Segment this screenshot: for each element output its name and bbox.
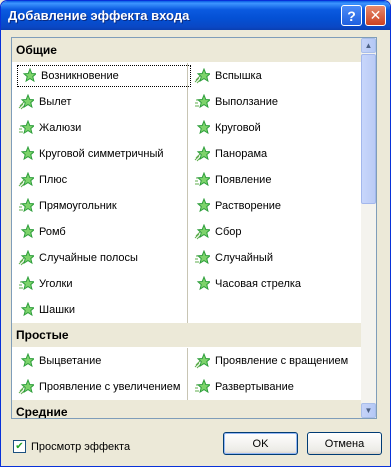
effect-item[interactable]: Круговой симметричный xyxy=(18,144,164,164)
effect-item-label: Развертывание xyxy=(215,381,294,393)
effect-item-label: Шашки xyxy=(39,304,75,316)
effects-list: Общие Возникновение Вылет Жалюзи Круговой си… xyxy=(11,37,377,419)
effect-star-icon xyxy=(194,146,210,162)
effect-item-label: Выползание xyxy=(215,96,278,108)
effect-item-label: Случайные полосы xyxy=(39,252,138,264)
group-header: Общие xyxy=(12,38,361,62)
effect-star-icon xyxy=(18,250,34,266)
preview-effect-option[interactable]: ✔ Просмотр эффекта xyxy=(13,440,130,453)
effect-item-label: Круговой xyxy=(215,122,261,134)
scroll-thumb[interactable] xyxy=(361,54,376,204)
vertical-scrollbar[interactable]: ▲ ▼ xyxy=(361,38,376,418)
effect-star-icon xyxy=(19,198,34,213)
group-header: Средние xyxy=(12,400,361,418)
effect-item[interactable]: Растворение xyxy=(194,196,281,216)
effect-item[interactable]: Проявление с вращением xyxy=(194,351,348,371)
effect-item[interactable]: Развертывание xyxy=(194,377,294,397)
help-button[interactable]: ? xyxy=(341,5,362,26)
add-entrance-effect-dialog: Добавление эффекта входа ? ✕ Общие Возник… xyxy=(0,0,391,467)
window-title: Добавление эффекта входа xyxy=(8,8,190,23)
effect-star-icon xyxy=(195,379,210,394)
scroll-up-button[interactable]: ▲ xyxy=(361,38,376,53)
effect-star-icon xyxy=(194,224,210,240)
effect-star-icon xyxy=(20,224,34,239)
effect-star-icon xyxy=(18,172,34,188)
effects-list-content: Общие Возникновение Вылет Жалюзи Круговой си… xyxy=(12,38,361,418)
effect-item[interactable]: Возникновение xyxy=(17,65,191,87)
effect-item[interactable]: Панорама xyxy=(194,144,267,164)
effect-item[interactable]: Выползание xyxy=(194,92,278,112)
effect-star-icon xyxy=(18,94,34,110)
effect-star-icon xyxy=(195,250,210,265)
effect-star-icon xyxy=(196,120,210,135)
title-bar[interactable]: Добавление эффекта входа ? ✕ xyxy=(1,1,390,30)
effect-item[interactable]: Случайные полосы xyxy=(18,248,138,268)
effect-item[interactable]: Круговой xyxy=(194,118,261,138)
effect-item-label: Случайный xyxy=(215,252,273,264)
effect-item-label: Появление xyxy=(215,174,272,186)
effect-item-label: Растворение xyxy=(215,200,282,212)
effect-item-label: Вспышка xyxy=(215,70,262,82)
effect-item[interactable]: Проявление с увеличением xyxy=(18,377,180,397)
effect-item-label: Возникновение xyxy=(41,70,119,82)
effect-star-icon xyxy=(196,276,210,291)
checkmark-icon: ✔ xyxy=(15,441,24,452)
effect-item-label: Панорама xyxy=(215,148,268,160)
effect-star-icon xyxy=(196,198,210,213)
effect-item-label: Плюс xyxy=(39,174,68,186)
effect-star-icon xyxy=(20,302,34,317)
effect-item-label: Уголки xyxy=(39,278,73,290)
effect-item[interactable]: Ромб xyxy=(18,222,66,242)
effect-star-icon xyxy=(194,353,210,369)
effect-item[interactable]: Уголки xyxy=(18,274,73,294)
effect-star-icon xyxy=(20,353,34,368)
cancel-button[interactable]: Отмена xyxy=(307,432,382,455)
effect-item[interactable]: Появление xyxy=(194,170,271,190)
effect-star-icon xyxy=(19,276,34,291)
effect-star-icon xyxy=(194,68,210,84)
effect-star-icon xyxy=(19,120,34,135)
column-divider xyxy=(187,63,188,323)
effect-item-label: Ромб xyxy=(39,226,66,238)
ok-button[interactable]: OK xyxy=(223,432,298,455)
effect-item[interactable]: Часовая стрелка xyxy=(194,274,301,294)
effect-star-icon xyxy=(195,172,210,187)
effect-item[interactable]: Выцветание xyxy=(18,351,101,371)
effect-item-label: Вылет xyxy=(39,96,72,108)
effect-item[interactable]: Вспышка xyxy=(194,66,262,86)
effect-item-label: Проявление с увеличением xyxy=(39,381,181,393)
preview-effect-label: Просмотр эффекта xyxy=(31,440,131,453)
effect-star-icon xyxy=(20,146,34,161)
group-header: Простые xyxy=(12,323,361,347)
effect-star-icon xyxy=(22,68,36,83)
preview-effect-checkbox[interactable]: ✔ xyxy=(13,440,26,453)
scroll-down-button[interactable]: ▼ xyxy=(361,403,376,418)
effect-item[interactable]: Сбор xyxy=(194,222,241,242)
effect-item[interactable]: Прямоугольник xyxy=(18,196,117,216)
effect-item[interactable]: Шашки xyxy=(18,300,75,320)
arrow-down-icon: ▼ xyxy=(364,406,373,415)
close-button[interactable]: ✕ xyxy=(365,5,386,26)
arrow-up-icon: ▲ xyxy=(364,41,373,50)
effect-item-label: Выцветание xyxy=(39,355,102,367)
effect-item-label: Проявление с вращением xyxy=(215,355,349,367)
effect-item[interactable]: Случайный xyxy=(194,248,273,268)
effect-item-label: Сбор xyxy=(215,226,242,238)
effect-item-label: Часовая стрелка xyxy=(215,278,302,290)
effect-item-label: Прямоугольник xyxy=(39,200,117,212)
dialog-client: Общие Возникновение Вылет Жалюзи Круговой си… xyxy=(4,30,387,465)
effect-star-icon xyxy=(195,94,210,109)
effect-item-label: Жалюзи xyxy=(39,122,82,134)
effect-item[interactable]: Жалюзи xyxy=(18,118,81,138)
effect-item[interactable]: Вылет xyxy=(18,92,71,112)
column-divider xyxy=(187,348,188,400)
effect-item[interactable]: Плюс xyxy=(18,170,67,190)
effect-star-icon xyxy=(18,379,34,395)
effect-item-label: Круговой симметричный xyxy=(39,148,164,160)
